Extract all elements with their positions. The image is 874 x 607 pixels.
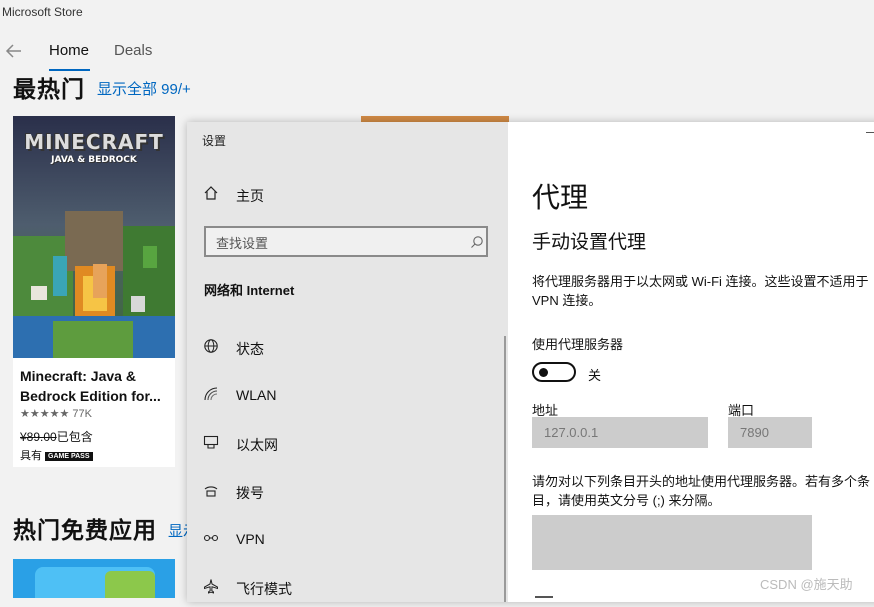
- app-price: ¥89.00已包含: [20, 428, 93, 445]
- nav-item-status[interactable]: 状态: [203, 327, 493, 367]
- proxy-description: 将代理服务器用于以太网或 Wi-Fi 连接。这些设置不适用于 VPN 连接。: [532, 274, 869, 308]
- nav-home-label: 主页: [236, 188, 264, 204]
- nav-item-dialup[interactable]: 拨号: [203, 471, 493, 511]
- nav-item-label: 以太网: [236, 437, 278, 453]
- home-icon: [204, 186, 218, 200]
- address-field[interactable]: 127.0.0.1: [532, 417, 708, 448]
- category-title: 网络和 Internet: [204, 283, 295, 298]
- watermark: CSDN @施天助: [760, 577, 853, 592]
- nav-item-vpn[interactable]: VPN: [203, 519, 493, 559]
- tab-deals[interactable]: Deals: [114, 42, 152, 59]
- nav-item-label: 状态: [236, 341, 264, 357]
- settings-sidebar: 设置 主页 网络和 Internet 状态: [187, 122, 508, 602]
- nav-item-label: 飞行模式: [236, 581, 292, 597]
- settings-search[interactable]: [204, 226, 488, 257]
- tab-home[interactable]: Home: [49, 42, 89, 59]
- nav-item-wlan[interactable]: WLAN: [203, 375, 493, 415]
- ethernet-icon: [203, 435, 219, 449]
- minecraft-cover-image: MINECRAFT JAVA & BEDROCK: [13, 116, 175, 358]
- wifi-icon: [204, 387, 218, 401]
- use-proxy-toggle[interactable]: [532, 362, 576, 382]
- app-name: Minecraft: Java & Bedrock Edition for...: [20, 368, 161, 404]
- search-icon[interactable]: [470, 235, 484, 249]
- globe-icon: [204, 339, 218, 353]
- minecraft-logo: MINECRAFT JAVA & BEDROCK: [24, 130, 164, 165]
- dialup-icon: [204, 486, 218, 497]
- app-card-minecraft[interactable]: MINECRAFT JAVA & BEDROCK Minecraft: Java…: [13, 116, 175, 467]
- nav-item-label: 拨号: [236, 485, 264, 501]
- exceptions-description: 请勿对以下列条目开头的地址使用代理服务器。若有多个条目，请使用英文分号 (;) …: [532, 474, 871, 508]
- store-titlebar: Microsoft Store: [0, 0, 874, 28]
- game-pass-badge: GAME PASS: [45, 452, 93, 461]
- app-card-thumbnail[interactable]: [13, 559, 175, 598]
- nav-item-airplane[interactable]: 飞行模式: [203, 567, 493, 607]
- show-all-link[interactable]: 显示全部 99/+: [97, 78, 191, 99]
- vpn-icon: [203, 534, 219, 542]
- settings-window: 设置 主页 网络和 Internet 状态: [187, 122, 874, 602]
- back-arrow-icon[interactable]: [4, 41, 24, 61]
- toggle-state-label: 关: [588, 368, 602, 383]
- address-value: 127.0.0.1: [544, 425, 599, 440]
- price-note: 已包含: [56, 430, 93, 444]
- app-title: Microsoft Store: [2, 5, 83, 19]
- game-pass-info: 具有 GAME PASS: [20, 447, 93, 463]
- pass-prefix: 具有: [20, 450, 42, 462]
- nav-home[interactable]: 主页: [203, 182, 483, 206]
- nav-item-ethernet[interactable]: 以太网: [203, 423, 493, 463]
- nav-item-label: WLAN: [236, 387, 277, 403]
- store-nav: Home Deals: [0, 32, 874, 72]
- port-value: 7890: [740, 425, 769, 440]
- page-title: 代理: [532, 182, 589, 213]
- search-input[interactable]: [214, 232, 458, 254]
- airplane-icon: [204, 579, 218, 594]
- exceptions-field[interactable]: [532, 515, 812, 570]
- nav-item-label: VPN: [236, 531, 265, 547]
- window-title: 设置: [202, 134, 227, 148]
- app-rating: ★★★★★ 77K: [20, 408, 92, 420]
- section-title-top: 最热门: [13, 76, 85, 102]
- section-title-free-apps: 热门免费应用: [13, 517, 157, 543]
- port-field[interactable]: 7890: [728, 417, 812, 448]
- minimize-button[interactable]: [866, 132, 874, 133]
- sidebar-scrollbar[interactable]: [504, 336, 506, 602]
- original-price: ¥89.00: [20, 430, 57, 444]
- toggle-knob: [539, 368, 548, 377]
- use-proxy-label: 使用代理服务器: [532, 337, 624, 352]
- section-title: 手动设置代理: [532, 232, 647, 253]
